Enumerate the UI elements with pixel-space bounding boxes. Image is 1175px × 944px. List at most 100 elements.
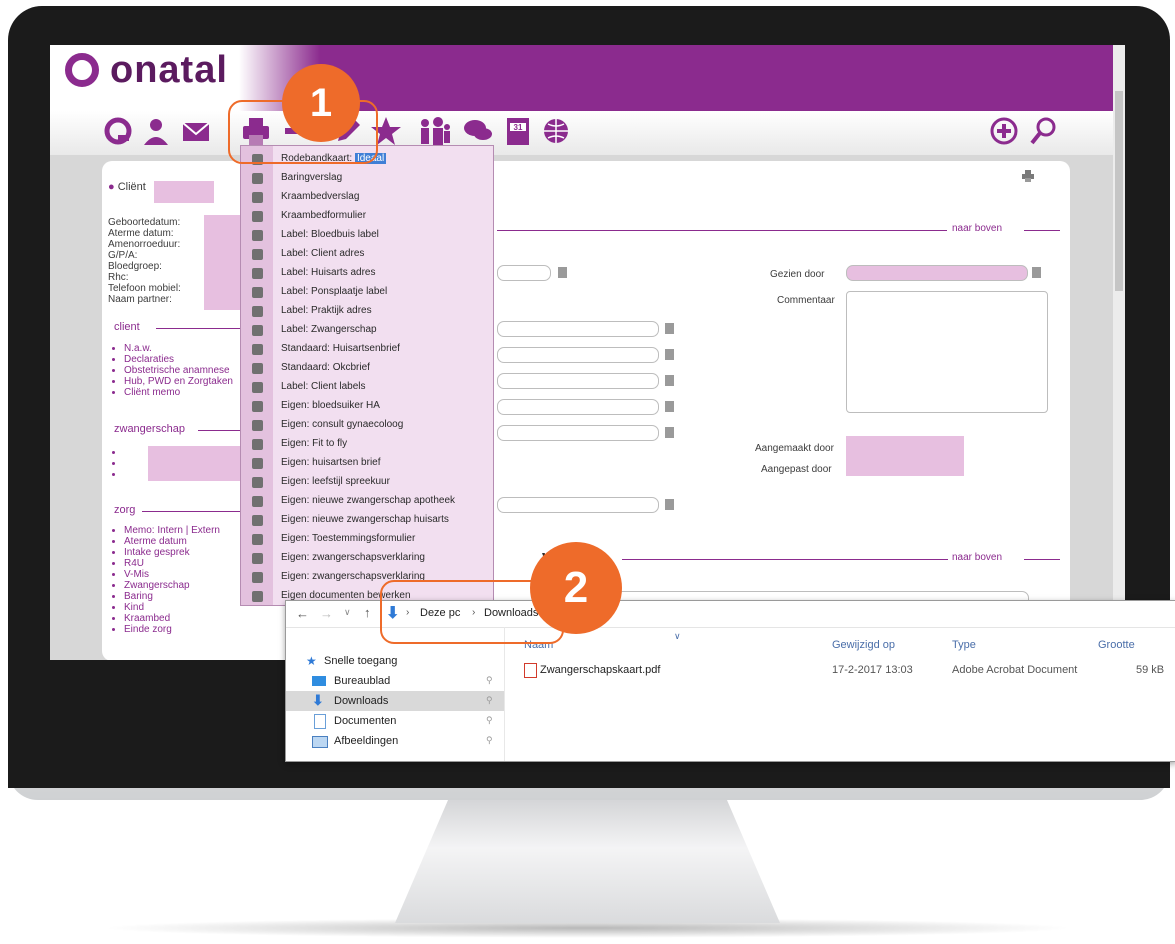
- list-item[interactable]: [124, 458, 144, 469]
- print-menu-item-label: Eigen: zwangerschapsverklaring: [281, 552, 425, 563]
- sidebar-item-quick-access[interactable]: ★ Snelle toegang: [286, 651, 504, 671]
- file-name: Zwangerschapskaart.pdf: [540, 664, 661, 676]
- lookup-icon[interactable]: [665, 349, 674, 360]
- sidebar-item-documents[interactable]: Documenten ⚲: [286, 711, 504, 731]
- date-input[interactable]: [497, 265, 551, 281]
- print-menu-item-label: Eigen: Toestemmingsformulier: [281, 533, 416, 544]
- lookup-icon[interactable]: [665, 375, 674, 386]
- print-menu-item-label: Standaard: Huisartsenbrief: [281, 343, 400, 354]
- text-input[interactable]: [497, 497, 659, 513]
- field-label: Amenorroeduur:: [108, 239, 181, 250]
- print-menu-item[interactable]: Label: Ponsplaatje label: [241, 283, 493, 302]
- print-menu-item[interactable]: Label: Praktijk adres: [241, 302, 493, 321]
- naar-boven-link[interactable]: naar boven: [952, 552, 1002, 563]
- text-input[interactable]: [497, 399, 659, 415]
- people-icon[interactable]: [416, 115, 450, 147]
- pdf-file-icon: [524, 663, 537, 678]
- search-icon[interactable]: [1028, 115, 1060, 147]
- print-menu-item-label: Kraambedformulier: [281, 210, 367, 221]
- print-menu-item[interactable]: Label: Bloedbuis label: [241, 226, 493, 245]
- print-icon: [252, 458, 263, 469]
- client-icon[interactable]: [140, 115, 172, 147]
- calendar-icon-small[interactable]: [558, 267, 567, 278]
- print-menu-item-label: Label: Zwangerschap: [281, 324, 377, 335]
- print-icon: [252, 363, 263, 374]
- print-menu-item[interactable]: Eigen: consult gynaecoloog: [241, 416, 493, 435]
- client-fields: Geboortedatum: Aterme datum: Amenorroedu…: [108, 217, 208, 305]
- print-icon: [252, 325, 263, 336]
- page-scrollbar-thumb[interactable]: [1115, 91, 1123, 291]
- lookup-icon[interactable]: [665, 499, 674, 510]
- link-einde-zorg[interactable]: Einde zorg: [124, 624, 262, 635]
- lookup-icon[interactable]: [1032, 267, 1041, 278]
- aangemaakt-door-label: Aangemaakt door: [755, 443, 834, 454]
- chevron-down-icon[interactable]: ∨: [344, 607, 351, 618]
- callout-1-badge: 1: [282, 64, 360, 142]
- client-links: N.a.w. Declaraties Obstetrische anamnese…: [108, 343, 262, 398]
- print-menu-item-label: Kraambedverslag: [281, 191, 360, 202]
- chat-icon[interactable]: [462, 115, 494, 147]
- text-input[interactable]: [497, 347, 659, 363]
- sidebar-item-desktop[interactable]: Bureaublad ⚲: [286, 671, 504, 691]
- globe-icon[interactable]: [540, 115, 572, 147]
- print-menu-item[interactable]: Eigen: leefstijl spreekuur: [241, 473, 493, 492]
- print-menu-item[interactable]: Eigen: Toestemmingsformulier: [241, 530, 493, 549]
- print-menu-item[interactable]: Label: Client labels: [241, 378, 493, 397]
- section-divider: [1024, 230, 1060, 231]
- print-icon: [252, 496, 263, 507]
- add-icon[interactable]: [988, 115, 1020, 147]
- gezien-door-input[interactable]: [846, 265, 1028, 281]
- pin-icon[interactable]: ⚲: [486, 695, 493, 706]
- download-icon: ⬇: [312, 692, 324, 708]
- client-icon-small: ●: [108, 181, 115, 193]
- text-input[interactable]: [497, 425, 659, 441]
- column-header-type[interactable]: Type: [952, 639, 976, 651]
- up-icon[interactable]: ↑: [364, 605, 371, 620]
- callout-2-badge: 2: [530, 542, 622, 634]
- print-menu-item[interactable]: Label: Client adres: [241, 245, 493, 264]
- print-menu-item[interactable]: Baringverslag: [241, 169, 493, 188]
- forward-icon[interactable]: →: [320, 606, 333, 621]
- link-kraambed[interactable]: Kraambed: [124, 613, 262, 624]
- section-divider: [198, 430, 242, 431]
- mail-icon[interactable]: [180, 115, 212, 147]
- print-menu-item-label: Eigen: nieuwe zwangerschap huisarts: [281, 514, 449, 525]
- print-menu-item[interactable]: Eigen: Fit to fly: [241, 435, 493, 454]
- print-menu-item[interactable]: Kraambedformulier: [241, 207, 493, 226]
- pin-icon[interactable]: ⚲: [486, 675, 493, 686]
- table-row[interactable]: Zwangerschapskaart.pdf 17-2-2017 13:03 A…: [514, 659, 1174, 681]
- print-menu-item-label: Label: Huisarts adres: [281, 267, 376, 278]
- list-item[interactable]: [124, 447, 144, 458]
- print-icon: [252, 287, 263, 298]
- print-menu-item[interactable]: Eigen: nieuwe zwangerschap apotheek: [241, 492, 493, 511]
- pin-icon[interactable]: ⚲: [486, 735, 493, 746]
- print-menu-item[interactable]: Standaard: Okcbrief: [241, 359, 493, 378]
- sidebar-item-downloads[interactable]: ⬇ Downloads ⚲: [286, 691, 504, 711]
- lookup-icon[interactable]: [665, 401, 674, 412]
- column-header-size[interactable]: Grootte: [1098, 639, 1135, 651]
- text-input[interactable]: [497, 373, 659, 389]
- commentaar-textarea[interactable]: [846, 291, 1048, 413]
- print-menu-item[interactable]: Eigen: huisartsen brief: [241, 454, 493, 473]
- text-input[interactable]: [497, 321, 659, 337]
- print-icon-small[interactable]: [1022, 169, 1034, 182]
- print-menu-item[interactable]: Standaard: Huisartsenbrief: [241, 340, 493, 359]
- home-icon[interactable]: [102, 115, 134, 147]
- calendar-icon[interactable]: 31: [502, 115, 534, 147]
- lookup-icon[interactable]: [665, 323, 674, 334]
- list-item[interactable]: [124, 469, 144, 480]
- naar-boven-link[interactable]: naar boven: [952, 223, 1002, 234]
- print-menu-item[interactable]: Label: Huisarts adres: [241, 264, 493, 283]
- print-menu-item[interactable]: Eigen: nieuwe zwangerschap huisarts: [241, 511, 493, 530]
- print-menu-item[interactable]: Eigen: zwangerschapsverklaring: [241, 549, 493, 568]
- print-menu-item[interactable]: Eigen: bloedsuiker HA: [241, 397, 493, 416]
- print-menu-item-label: Eigen: consult gynaecoloog: [281, 419, 404, 430]
- print-menu-item[interactable]: Label: Zwangerschap: [241, 321, 493, 340]
- column-header-modified[interactable]: Gewijzigd op: [832, 639, 895, 651]
- print-icon: [252, 420, 263, 431]
- print-menu-item[interactable]: Kraambedverslag: [241, 188, 493, 207]
- pin-icon[interactable]: ⚲: [486, 715, 493, 726]
- back-icon[interactable]: ←: [296, 606, 309, 621]
- lookup-icon[interactable]: [665, 427, 674, 438]
- sidebar-item-images[interactable]: Afbeeldingen ⚲: [286, 731, 504, 751]
